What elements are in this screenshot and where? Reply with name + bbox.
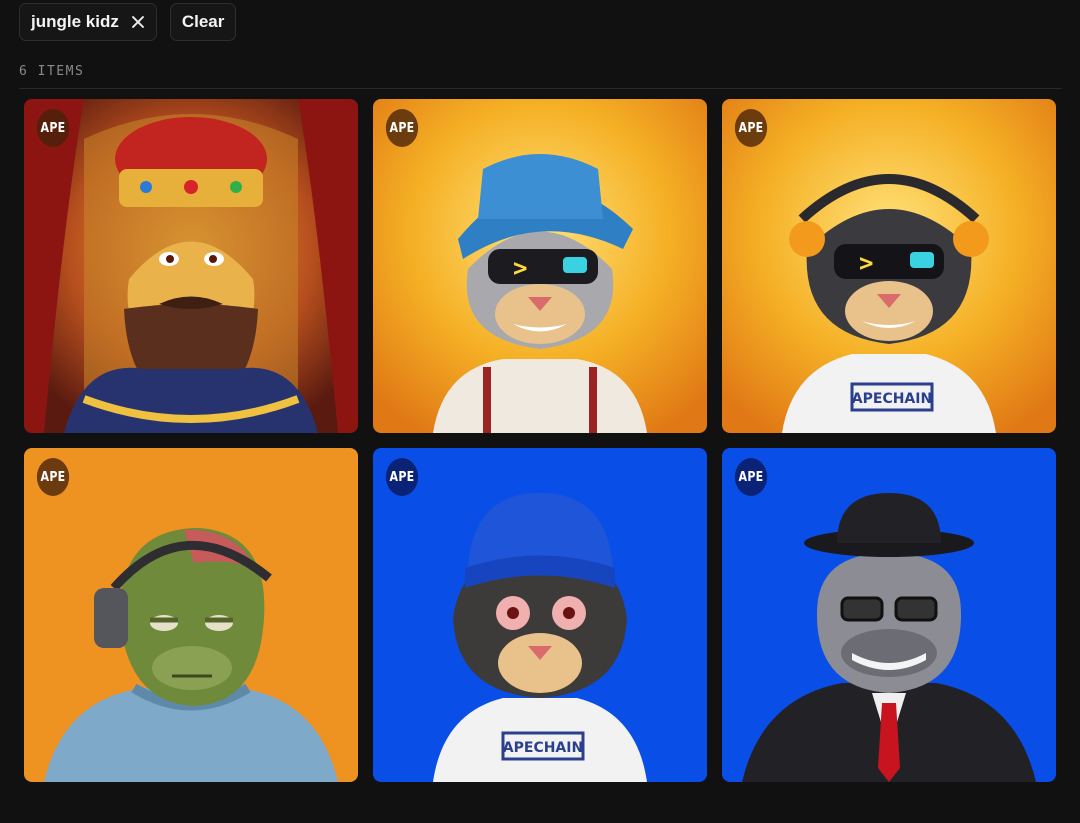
nft-card[interactable]: APE (24, 448, 358, 782)
svg-text:>: > (859, 249, 873, 277)
ape-badge: APE (36, 109, 70, 147)
ape-badge: APE (36, 458, 70, 496)
panther-beanie-image: APECHAIN (373, 448, 707, 782)
ape-badge: APE (385, 109, 419, 147)
nft-card[interactable]: APECHAIN APE (373, 448, 707, 782)
filter-chip-jungle-kidz[interactable]: jungle kidz (19, 3, 157, 41)
svg-text:>: > (513, 254, 527, 282)
cyborg-panther-image: > (373, 99, 707, 433)
nft-card[interactable]: APE (24, 99, 358, 433)
panther-headphones-image: APECHAIN > (722, 99, 1056, 433)
divider (19, 88, 1062, 89)
apechain-shirt-text: APECHAIN (852, 391, 932, 407)
zombie-ape-image (24, 448, 358, 782)
nft-grid: APE > APE APECHAIN > APE APE APECHAIN AP… (24, 99, 1056, 782)
robot-gorilla-image (722, 448, 1056, 782)
apechain-shirt-text: APECHAIN (503, 740, 583, 756)
items-count: 6 ITEMS (19, 64, 85, 79)
ape-badge: APE (734, 109, 768, 147)
filter-bar: jungle kidz Clear (19, 3, 237, 41)
ape-badge: APE (734, 458, 768, 496)
filter-chip-label: jungle kidz (31, 12, 119, 31)
crowned-ape-king-image (24, 99, 358, 433)
close-icon[interactable] (131, 15, 145, 29)
nft-card[interactable]: > APE (373, 99, 707, 433)
ape-badge: APE (385, 458, 419, 496)
nft-card[interactable]: APE (722, 448, 1056, 782)
clear-filters-button[interactable]: Clear (169, 3, 237, 41)
nft-card[interactable]: APECHAIN > APE (722, 99, 1056, 433)
